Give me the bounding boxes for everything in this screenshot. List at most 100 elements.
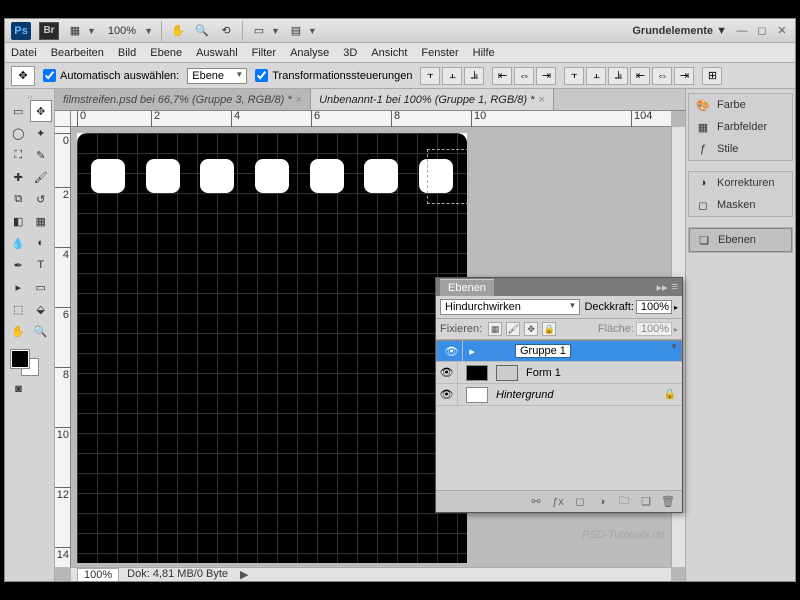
link-layers-icon[interactable]: ⚯ [528,495,544,509]
ps-logo-icon[interactable]: Ps [11,22,31,40]
distribute-button[interactable]: ⇤ [630,67,650,85]
menu-hilfe[interactable]: Hilfe [473,47,495,59]
layers-tabbar[interactable]: Ebenen ▸▸≡ [436,278,682,296]
menu-bild[interactable]: Bild [118,47,136,59]
menu-filter[interactable]: Filter [252,47,276,59]
visibility-icon[interactable]: 👁 [436,384,458,406]
transform-controls-input[interactable] [255,69,268,82]
3d-camera-tool[interactable]: ⬙ [30,298,53,320]
menu-3d[interactable]: 3D [343,47,357,59]
workspace-switcher[interactable]: Grundelemente ▼ [632,25,727,37]
zoom-tool[interactable]: 🔍 [30,320,53,342]
selection-marquee[interactable] [427,149,469,204]
auto-select-checkbox[interactable]: Automatisch auswählen: [43,69,179,82]
layer-thumb[interactable] [466,387,488,403]
align-button[interactable]: ⫟ [420,67,440,85]
auto-select-input[interactable] [43,69,56,82]
align-button[interactable]: ⇤ [492,67,512,85]
vertical-ruler[interactable]: 0 2 4 6 8 10 12 14 [55,127,71,567]
collapse-icon[interactable]: ▸▸ [657,281,668,294]
layer-row-shape[interactable]: 👁 Form 1 [436,362,682,384]
panel-farbfelder[interactable]: ▦Farbfelder [689,116,792,138]
visibility-icon[interactable]: 👁 [441,340,463,362]
screen-mode-icon[interactable]: ▭ [251,23,267,39]
layer-fx-icon[interactable]: ƒx [550,495,566,509]
blur-tool[interactable]: 💧 [7,232,30,254]
hand-tool[interactable]: ✋ [7,320,30,342]
align-button[interactable]: ⇥ [536,67,556,85]
3d-tool[interactable]: ⬚ [7,298,30,320]
layer-mask-icon[interactable]: ◻ [572,495,588,509]
wand-tool[interactable]: ✦ [30,122,53,144]
lock-transparency-icon[interactable]: ▦ [488,322,502,336]
panel-korrekturen[interactable]: ◑Korrekturen [689,172,792,194]
shape-tool[interactable]: ▭ [30,276,53,298]
zoom-level[interactable]: 100% [104,25,140,37]
menu-analyse[interactable]: Analyse [290,47,329,59]
distribute-button[interactable]: ⇔ [652,67,672,85]
status-dropdown-icon[interactable]: ▶ [236,568,252,582]
rotate-icon[interactable]: ⟲ [218,23,234,39]
close-tab-icon[interactable]: × [296,94,302,106]
new-layer-icon[interactable]: ❏ [638,495,654,509]
auto-select-target[interactable]: Ebene [187,68,247,84]
menu-ansicht[interactable]: Ansicht [371,47,407,59]
layers-panel[interactable]: Ebenen ▸▸≡ Hindurchwirken Deckkraft: 100… [435,277,683,513]
panel-farbe[interactable]: 🎨Farbe [689,94,792,116]
zoom-icon[interactable]: 🔍 [194,23,210,39]
lock-position-icon[interactable]: ✥ [524,322,538,336]
visibility-icon[interactable]: 👁 [436,362,458,384]
document-tab[interactable]: filmstreifen.psd bei 66,7% (Gruppe 3, RG… [55,89,311,110]
close-button[interactable]: ✕ [775,24,789,38]
status-zoom[interactable]: 100% [77,568,119,582]
dropdown-icon[interactable]: ▸ [674,325,678,334]
move-tool-icon[interactable]: ✥ [11,66,35,86]
delete-layer-icon[interactable]: 🗑 [660,495,676,509]
layer-name[interactable]: Hintergrund [496,389,553,401]
document-tab[interactable]: Unbenannt-1 bei 100% (Gruppe 1, RGB/8) *… [311,89,554,110]
move-tool[interactable]: ✥ [30,100,53,122]
fill-value[interactable]: 100% [636,322,672,336]
transform-controls-checkbox[interactable]: Transformationssteuerungen [255,69,412,82]
foreground-swatch[interactable] [11,350,29,368]
align-button[interactable]: ⫡ [464,67,484,85]
close-tab-icon[interactable]: × [538,94,544,106]
align-button[interactable]: ⇔ [514,67,534,85]
eyedropper-tool[interactable]: ✎ [30,144,53,166]
adjustment-layer-icon[interactable]: ◑ [594,495,610,509]
quickmask-tool[interactable]: ◙ [7,378,30,400]
new-group-icon[interactable]: 🗀 [616,495,632,509]
blend-mode-select[interactable]: Hindurchwirken [440,299,580,315]
brush-tool[interactable]: 🖌 [30,166,53,188]
panel-ebenen[interactable]: ❏Ebenen [689,228,792,252]
marquee-tool[interactable]: ▭ [7,100,30,122]
menu-datei[interactable]: Datei [11,47,37,59]
pen-tool[interactable]: ✒ [7,254,30,276]
panel-stile[interactable]: ƒStile [689,138,792,160]
align-button[interactable]: ⫠ [442,67,462,85]
distribute-button[interactable]: ⫠ [586,67,606,85]
type-tool[interactable]: T [30,254,53,276]
gradient-tool[interactable]: ▦ [30,210,53,232]
distribute-button[interactable]: ⫡ [608,67,628,85]
eraser-tool[interactable]: ◧ [7,210,30,232]
crop-tool[interactable]: ⛶ [7,144,30,166]
color-swatches[interactable] [7,348,52,378]
vector-mask-thumb[interactable] [496,365,518,381]
lasso-tool[interactable]: ◯ [7,122,30,144]
heal-tool[interactable]: ✚ [7,166,30,188]
history-brush-tool[interactable]: ↺ [30,188,53,210]
ruler-corner[interactable] [55,111,71,127]
horizontal-ruler[interactable]: 0 2 4 6 8 10 104 [71,111,671,127]
arrange-icon[interactable]: ▤ [288,23,304,39]
artboard[interactable] [77,133,467,563]
panel-masken[interactable]: ◻Masken [689,194,792,216]
menu-auswahl[interactable]: Auswahl [196,47,238,59]
stamp-tool[interactable]: ⧉ [7,188,30,210]
layers-tab[interactable]: Ebenen [440,279,494,296]
menu-bearbeiten[interactable]: Bearbeiten [51,47,104,59]
menu-ebene[interactable]: Ebene [150,47,182,59]
minimize-button[interactable]: — [735,24,749,38]
path-select-tool[interactable]: ▸ [7,276,30,298]
layer-row-background[interactable]: 👁 Hintergrund 🔒 [436,384,682,406]
